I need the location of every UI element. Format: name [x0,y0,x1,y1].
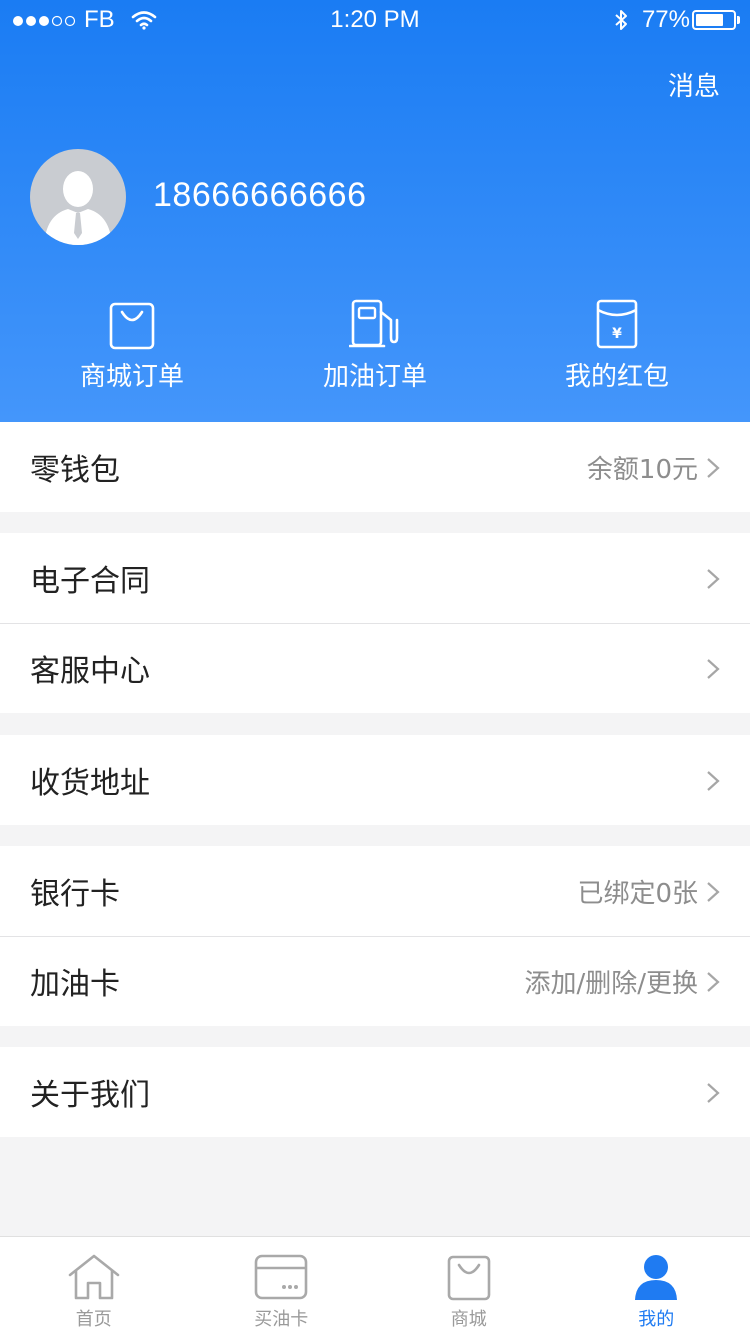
battery-percent: 77% [641,6,690,33]
tab-mine-label: 我的 [638,1309,675,1330]
tab-mall[interactable]: 商城 [375,1237,563,1334]
chevron-right-icon [707,972,720,992]
bank-card-status: 已绑定0张 [577,878,698,909]
menu-item-label: 客服中心 [30,654,150,689]
chevron-right-icon [707,659,720,679]
tab-home-label: 首页 [75,1309,112,1330]
chevron-right-icon [707,771,720,791]
menu-group-contract-service: 电子合同 客服中心 [0,533,750,713]
status-bar: FB 1:20 PM 77% [0,0,750,40]
red-envelope-icon: ¥ [527,288,707,350]
menu-group-cards: 银行卡 已绑定0张 加油卡 添加/删除/更换 [0,846,750,1026]
fuel-orders-button[interactable]: 加油订单 [285,288,465,393]
menu-item-wallet[interactable]: 零钱包 余额10元 [0,422,750,512]
fuel-pump-icon [285,288,465,350]
messages-link[interactable]: 消息 [668,66,720,103]
user-icon [634,1251,678,1303]
menu-item-label: 电子合同 [30,564,150,599]
menu-item-contract[interactable]: 电子合同 [0,533,750,623]
home-icon [67,1251,121,1303]
shopping-bag-icon [447,1251,491,1303]
menu-group-about: 关于我们 [0,1047,750,1137]
my-red-envelopes-label: 我的红包 [564,362,669,392]
chevron-right-icon [707,569,720,589]
menu-item-service[interactable]: 客服中心 [0,623,750,713]
user-phone: 18666666666 [153,176,367,214]
tab-mine[interactable]: 我的 [563,1237,750,1334]
menu-item-label: 零钱包 [30,453,120,488]
menu-item-address[interactable]: 收货地址 [0,735,750,825]
bottom-tab-bar: 首页 买油卡 商城 我的 [0,1236,750,1334]
avatar[interactable] [30,149,126,245]
tab-home[interactable]: 首页 [0,1237,188,1334]
menu-item-about[interactable]: 关于我们 [0,1047,750,1137]
shop-orders-button[interactable]: 商城订单 [42,288,222,393]
tab-mall-label: 商城 [450,1309,487,1330]
fuel-orders-label: 加油订单 [322,362,427,392]
menu-group-wallet: 零钱包 余额10元 [0,422,750,512]
svg-text:¥: ¥ [612,326,622,342]
chevron-right-icon [707,882,720,902]
battery-icon [692,10,740,30]
tab-buy-fuel-card-label: 买油卡 [254,1309,309,1330]
chevron-right-icon [707,1083,720,1103]
shop-orders-label: 商城订单 [79,362,184,392]
bluetooth-icon [614,8,628,32]
menu-item-label: 银行卡 [30,877,120,912]
tab-buy-fuel-card[interactable]: 买油卡 [188,1237,376,1334]
chevron-right-icon [707,458,720,478]
card-icon [254,1251,308,1303]
menu-item-bank-card[interactable]: 银行卡 已绑定0张 [0,846,750,936]
my-red-envelopes-button[interactable]: ¥ 我的红包 [527,288,707,393]
menu-item-label: 收货地址 [30,766,150,801]
menu-item-label: 关于我们 [30,1078,150,1113]
menu-item-fuel-card[interactable]: 加油卡 添加/删除/更换 [0,936,750,1026]
menu-item-label: 加油卡 [30,967,120,1002]
profile-header: FB 1:20 PM 77% 消息 18666666666 商城订单 加油订单 … [0,0,750,422]
fuel-card-actions: 添加/删除/更换 [524,968,698,999]
wallet-balance: 余额10元 [586,454,698,485]
menu-group-address: 收货地址 [0,735,750,825]
shopping-bag-icon [42,288,222,350]
